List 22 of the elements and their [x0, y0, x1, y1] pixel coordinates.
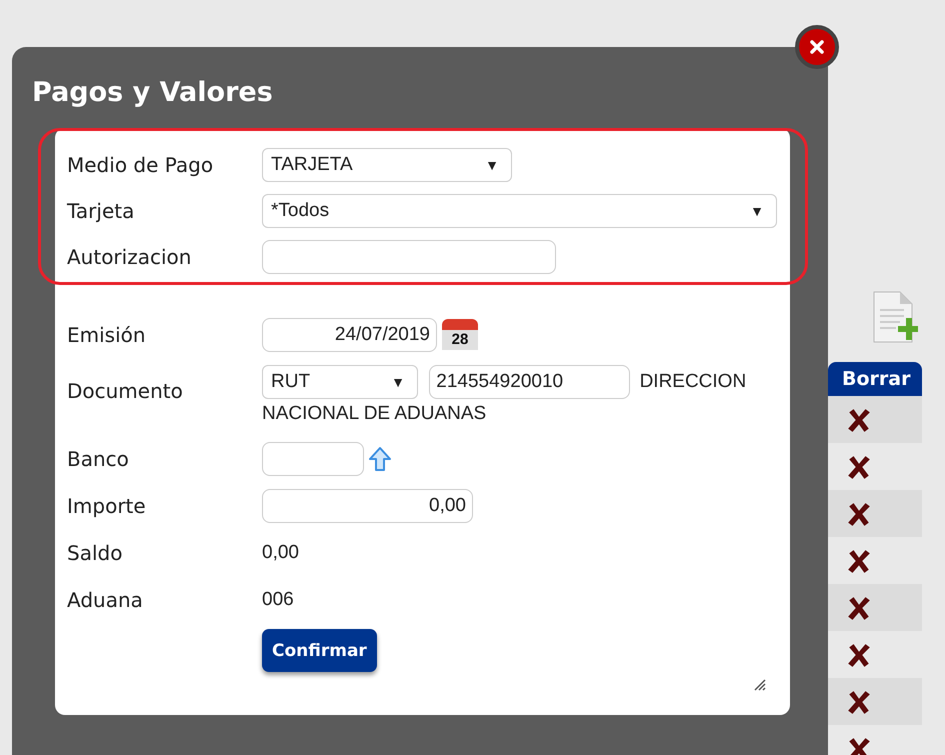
dropdown[interactable]: RUT ▼: [262, 365, 418, 399]
field-label: Saldo: [67, 541, 124, 565]
confirm-button[interactable]: Confirmar: [262, 629, 377, 672]
field-value: 0,00: [262, 542, 299, 564]
field-label: Medio de Pago: [67, 153, 214, 177]
field-value: 006: [262, 589, 294, 611]
field-label: Tarjeta: [67, 199, 136, 223]
amount-field[interactable]: 0,00: [262, 489, 473, 523]
date-field[interactable]: 24/07/2019: [262, 318, 437, 352]
field-label: Banco: [67, 447, 130, 471]
field-label: Autorizacion: [67, 245, 192, 269]
field-label: Importe: [67, 494, 147, 518]
dropdown[interactable]: *Todos ▼: [262, 194, 777, 228]
dropdown[interactable]: TARJETA ▼: [262, 148, 512, 182]
dialog-title: Pagos y Valores: [31, 76, 274, 110]
input-field[interactable]: 214554920010: [429, 365, 630, 399]
column-header: Borrar: [828, 362, 922, 396]
document-name: DIRECCION: [640, 371, 746, 392]
field-label: Emisión: [67, 323, 147, 347]
field-label: Aduana: [67, 588, 144, 612]
field-label: Documento: [67, 379, 184, 403]
document-name: NACIONAL DE ADUANAS: [262, 402, 486, 426]
